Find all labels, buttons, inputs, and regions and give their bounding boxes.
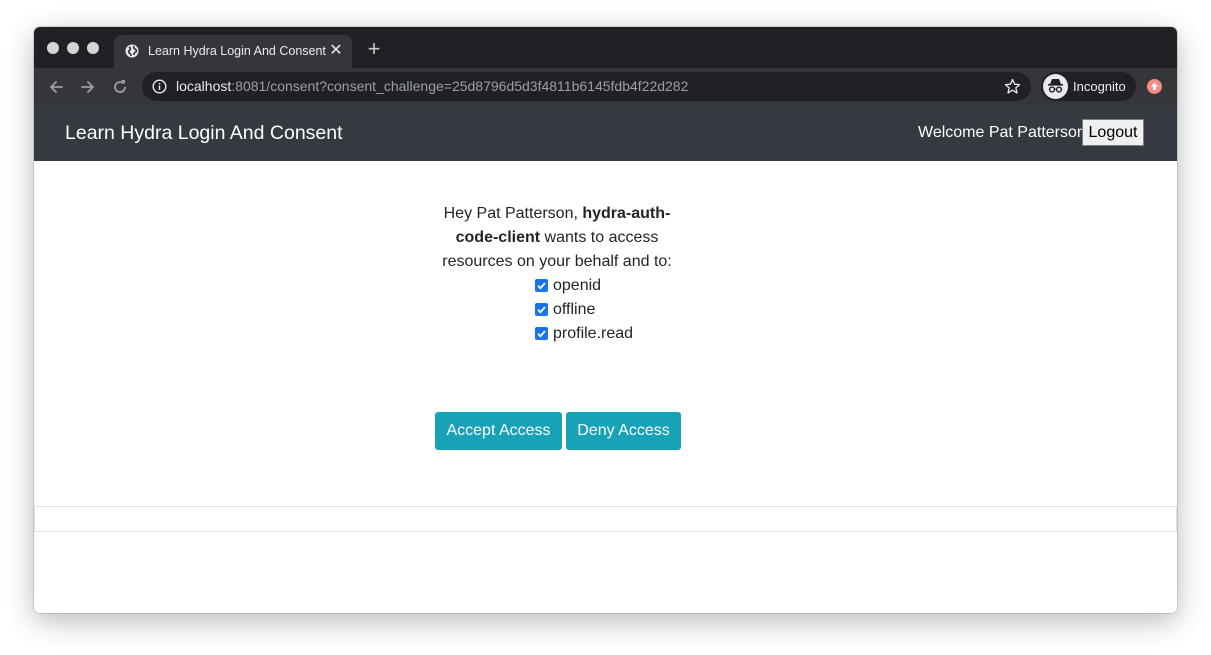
scope-label: offline <box>553 301 596 318</box>
update-icon[interactable] <box>1147 79 1162 94</box>
maximize-window-button[interactable] <box>87 42 99 54</box>
logout-button[interactable]: Logout <box>1082 119 1144 146</box>
new-tab-button[interactable]: + <box>364 38 384 60</box>
incognito-icon <box>1043 74 1068 99</box>
url-path: :8081/consent?consent_challenge=25d8796d… <box>231 78 689 94</box>
scope-label: openid <box>553 277 602 294</box>
footer-divider <box>34 506 1177 532</box>
scope-checkbox-profile-read[interactable] <box>535 327 548 340</box>
url-host: localhost <box>176 78 232 94</box>
browser-window: Learn Hydra Login And Consent ✕ + localh… <box>34 27 1177 613</box>
incognito-profile-button[interactable]: Incognito <box>1041 72 1136 101</box>
minimize-window-button[interactable] <box>67 42 79 54</box>
site-brand[interactable]: Learn Hydra Login And Consent <box>65 122 343 145</box>
back-arrow-icon[interactable] <box>46 77 66 97</box>
deny-access-button[interactable]: Deny Access <box>566 412 681 450</box>
welcome-text: Welcome Pat Patterson <box>918 124 1086 141</box>
browser-tab[interactable]: Learn Hydra Login And Consent ✕ <box>114 35 352 68</box>
close-icon[interactable]: ✕ <box>328 43 344 59</box>
close-window-button[interactable] <box>47 42 59 54</box>
tab-title: Learn Hydra Login And Consent <box>148 44 326 58</box>
url-text[interactable]: localhost:8081/consent?consent_challenge… <box>176 78 688 94</box>
reload-icon[interactable] <box>110 77 130 97</box>
browser-toolbar: localhost:8081/consent?consent_challenge… <box>34 68 1177 105</box>
profile-label: Incognito <box>1073 79 1126 94</box>
info-icon[interactable] <box>152 79 167 94</box>
address-bar[interactable]: localhost:8081/consent?consent_challenge… <box>142 72 1031 101</box>
scope-checkbox-openid[interactable] <box>535 279 548 292</box>
globe-icon <box>125 44 139 58</box>
consent-message: Hey Pat Patterson, hydra-auth-code-clien… <box>437 202 677 274</box>
site-navbar: Learn Hydra Login And Consent Welcome Pa… <box>34 105 1177 161</box>
tab-strip: Learn Hydra Login And Consent ✕ + <box>34 27 1177 68</box>
page-content: Learn Hydra Login And Consent Welcome Pa… <box>34 105 1177 613</box>
scope-checkbox-offline[interactable] <box>535 303 548 316</box>
bookmark-star-icon[interactable] <box>1004 78 1021 95</box>
scope-label: profile.read <box>553 325 634 342</box>
accept-access-button[interactable]: Accept Access <box>435 412 562 450</box>
greeting-text: Hey Pat Patterson, <box>443 205 583 222</box>
forward-arrow-icon[interactable] <box>78 77 98 97</box>
